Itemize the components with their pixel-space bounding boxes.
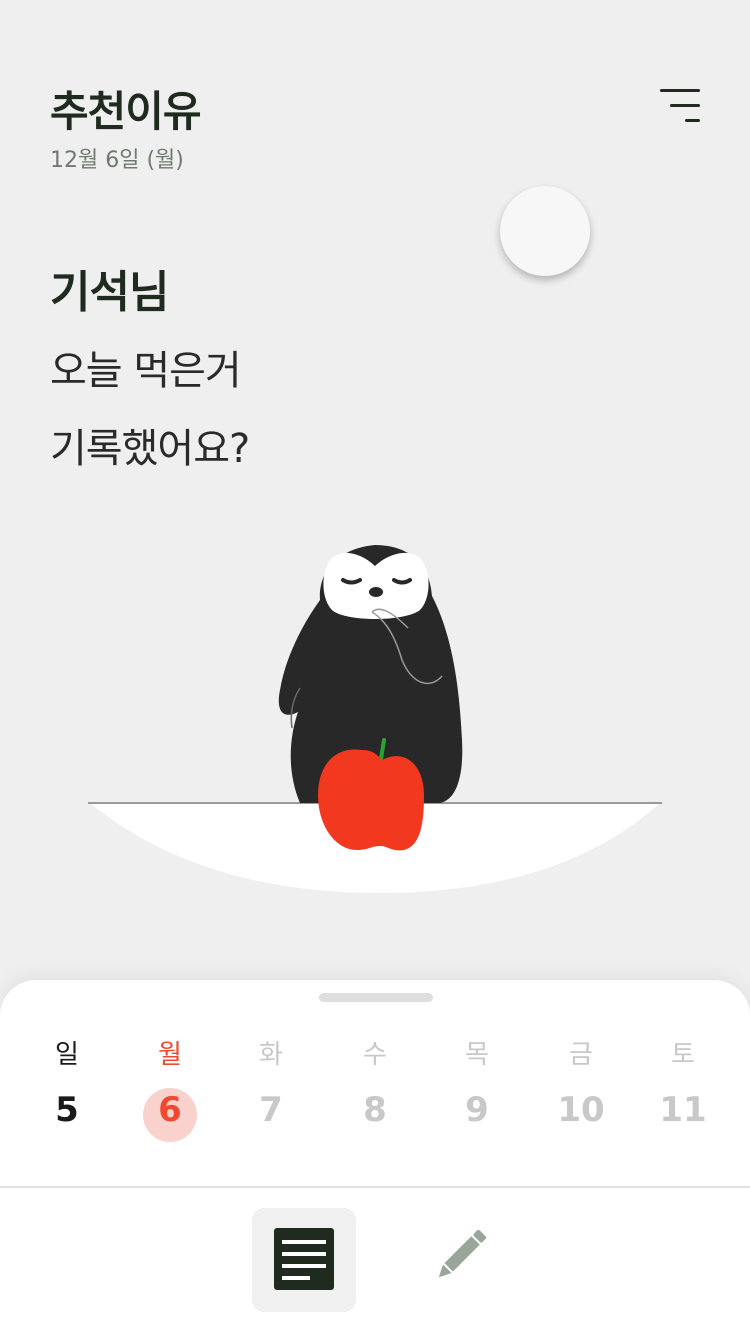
tab-list[interactable]: [252, 1208, 356, 1312]
greeting-line-1: 오늘 먹은거: [50, 348, 242, 394]
weekday-label: 일: [55, 1040, 79, 1070]
date-number: 9: [465, 1090, 489, 1130]
list-icon: [274, 1228, 334, 1290]
date-number: 11: [659, 1090, 707, 1130]
user-name: 기석님: [50, 267, 169, 318]
nav-divider: [0, 1186, 750, 1188]
tab-edit[interactable]: [420, 1216, 500, 1296]
sheet-drag-handle[interactable]: [319, 993, 433, 1002]
weekday-label: 금: [569, 1040, 593, 1070]
page-title: 추천이유: [50, 87, 202, 136]
date-number: 7: [259, 1090, 283, 1130]
weekday-label: 수: [363, 1040, 387, 1070]
page-date: 12월 6일 (월): [50, 148, 184, 173]
date-number: 8: [363, 1090, 387, 1130]
date-number: 6: [158, 1090, 182, 1130]
weekday-label: 화: [259, 1040, 283, 1070]
date-number: 10: [557, 1090, 605, 1130]
penguin-apple-illustration: [88, 545, 662, 893]
date-number: 5: [55, 1090, 79, 1130]
moon-decoration: [500, 186, 590, 276]
bottom-sheet: 일 5 월 6 화 7 수 8 목 9 금 10 토 11: [0, 980, 750, 1334]
pencil-icon: [438, 1229, 487, 1278]
greeting-line-2: 기록했어요?: [50, 426, 250, 472]
weekday-label: 토: [671, 1040, 695, 1070]
menu-icon[interactable]: [652, 84, 708, 128]
weekday-label: 월: [158, 1040, 182, 1070]
weekday-label: 목: [465, 1040, 489, 1070]
